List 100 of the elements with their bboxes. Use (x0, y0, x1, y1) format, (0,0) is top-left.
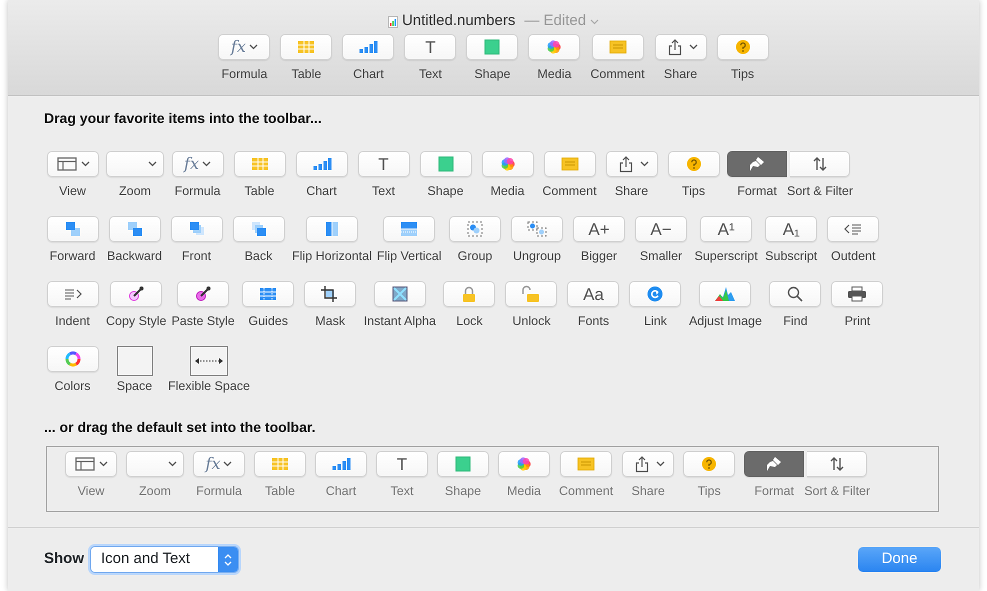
toolbar-button[interactable]: T (358, 151, 410, 177)
backward-button[interactable] (108, 216, 160, 242)
item-label: Link (644, 313, 667, 330)
item-label: Tips (731, 66, 754, 83)
item-label: Zoom (139, 483, 171, 500)
paste-style-button[interactable] (177, 281, 230, 307)
item-label: Table (265, 483, 295, 500)
double-arrow-icon (194, 357, 224, 365)
item-label: Media (490, 183, 525, 200)
guides-button[interactable] (242, 281, 294, 307)
print-button[interactable] (831, 281, 884, 307)
item-label: Shape (474, 66, 510, 83)
item-label: Share (664, 66, 698, 83)
copy-style-button[interactable] (110, 281, 162, 307)
toolbar-button[interactable]: T (404, 34, 456, 60)
adjust-image-button[interactable] (699, 281, 752, 307)
flexible-space-placeholder[interactable] (190, 346, 228, 376)
colors-button[interactable] (46, 346, 98, 372)
toolbar-button[interactable]: A− (635, 216, 687, 242)
item-label: Bigger (580, 248, 618, 265)
format-button[interactable] (727, 151, 787, 177)
toolbar-button[interactable]: T (376, 451, 428, 477)
item-label: Media (506, 483, 542, 500)
space-placeholder[interactable] (116, 346, 152, 376)
flip-h-button[interactable] (306, 216, 358, 242)
share-button[interactable] (654, 34, 707, 60)
flip-v-button[interactable] (383, 216, 436, 242)
outdent-button[interactable] (827, 216, 880, 242)
item-label: Forward (50, 248, 96, 265)
item-label: Guides (248, 313, 288, 330)
histogram-icon (714, 285, 736, 303)
ungroup-button[interactable] (511, 216, 563, 242)
item-label: Format (737, 183, 777, 200)
group-button[interactable] (449, 216, 501, 242)
item-label: Share (632, 483, 665, 500)
mask-button[interactable] (304, 281, 356, 307)
item-label: Paste Style (171, 313, 235, 330)
item-label: Flexible Space (168, 378, 250, 395)
comment-button[interactable] (544, 151, 596, 177)
shape-button[interactable] (466, 34, 518, 60)
comment-button[interactable] (560, 451, 612, 477)
item-label: Comment (590, 66, 645, 83)
item-label: Comment (542, 183, 597, 200)
bar-chart-icon (357, 38, 380, 56)
item-label: Instant Alpha (364, 313, 436, 330)
toolbar-button[interactable]: A₁ (765, 216, 818, 242)
chart-button[interactable] (296, 151, 348, 177)
share-button[interactable] (622, 451, 674, 477)
item-label: Tips (698, 483, 721, 500)
default-set-box[interactable]: View Zoom fx Formula Table Chart T Text Shape Media Comment Share Tips Format Sort & Filter (46, 446, 939, 512)
toolbar-button[interactable]: fx (193, 451, 245, 477)
share-button[interactable] (606, 151, 658, 177)
printer-icon (846, 285, 868, 303)
bar-chart-icon (330, 455, 352, 473)
indent-button[interactable] (46, 281, 98, 307)
item-label: Outdent (830, 248, 876, 265)
item-label: Print (844, 313, 870, 330)
chart-button[interactable] (342, 34, 394, 60)
bar-chart-icon (310, 155, 332, 173)
media-button[interactable] (498, 451, 550, 477)
shape-button[interactable] (437, 451, 489, 477)
item-label: Group (458, 248, 492, 265)
item-label: Shape (444, 483, 482, 500)
forward-button[interactable] (46, 216, 98, 242)
toolbar-button[interactable]: A+ (573, 216, 625, 242)
sheet-heading: Drag your favorite items into the toolbar... (44, 109, 323, 128)
item-label: Chart (326, 483, 356, 500)
table-icon (269, 455, 291, 473)
item-label: Formula (196, 483, 242, 500)
find-button[interactable] (769, 281, 822, 307)
back-button[interactable] (232, 216, 284, 242)
item-label: Text (418, 66, 442, 83)
tips-button[interactable] (668, 151, 720, 177)
item-label: Chart (353, 66, 384, 83)
front-button[interactable] (170, 216, 222, 242)
chart-button[interactable] (315, 451, 367, 477)
tips-button[interactable] (716, 34, 769, 60)
link-button[interactable] (629, 281, 682, 307)
view-button[interactable] (46, 151, 98, 177)
toolbar-button[interactable]: Aa (567, 281, 620, 307)
shape-button[interactable] (420, 151, 472, 177)
item-label: Formula (221, 66, 268, 83)
item-label: Adjust Image (688, 313, 762, 330)
tips-button[interactable] (683, 451, 736, 477)
media-button[interactable] (482, 151, 534, 177)
toolbar-button[interactable]: A¹ (700, 216, 752, 242)
item-label: Comment (559, 483, 614, 500)
media-button[interactable] (528, 34, 580, 60)
show-dropdown[interactable]: Icon and Text (90, 546, 239, 573)
instant-alpha-button[interactable] (374, 281, 426, 307)
view-button[interactable] (65, 451, 117, 477)
format-button[interactable] (744, 451, 804, 477)
toolbar-button[interactable]: fx (218, 34, 270, 60)
item-label: Sort & Filter (787, 183, 853, 200)
comment-button[interactable] (592, 34, 644, 60)
toolbar-button[interactable]: fx (172, 151, 224, 177)
item-label: Flip Horizontal (292, 248, 372, 265)
document-icon (388, 16, 398, 28)
sort-button[interactable] (807, 451, 868, 477)
sort-button[interactable] (790, 151, 850, 177)
